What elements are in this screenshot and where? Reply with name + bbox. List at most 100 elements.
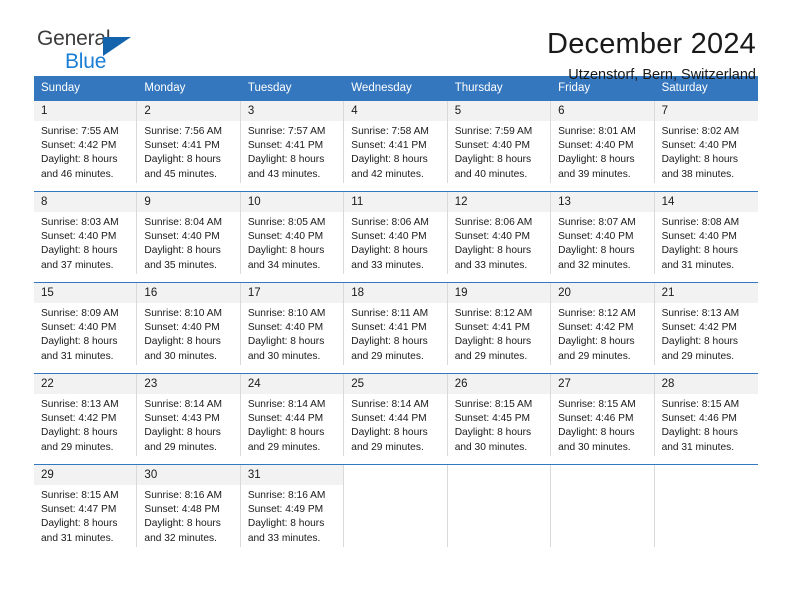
calendar-day-cell[interactable]: 28 Sunrise: 8:15 AM Sunset: 4:46 PM Dayligh…	[654, 374, 758, 456]
calendar-day-cell[interactable]: 3 Sunrise: 7:57 AM Sunset: 4:41 PM Daylight…	[240, 101, 345, 183]
sunset-text: Sunset: 4:43 PM	[144, 413, 220, 425]
sunrise-text: Sunrise: 8:12 AM	[558, 308, 636, 319]
daylight-text-line2: and 37 minutes.	[41, 259, 114, 271]
calendar-day-cell[interactable]: 31 Sunrise: 8:16 AM Sunset: 4:49 PM Dayligh…	[240, 465, 345, 547]
day-number: 23	[137, 374, 240, 394]
weekday-header-friday: Friday	[558, 82, 591, 94]
day-details: Sunrise: 7:56 AM Sunset: 4:41 PM Daylight:…	[137, 121, 239, 182]
page-header: General Blue December 2024 Utzenstorf, B…	[34, 0, 758, 83]
calendar-day-cell[interactable]: 18 Sunrise: 8:11 AM Sunset: 4:41 PM Dayligh…	[344, 283, 448, 365]
sunset-text: Sunset: 4:40 PM	[144, 231, 220, 243]
day-number: 12	[447, 192, 551, 212]
weekday-header-saturday: Saturday	[661, 82, 708, 94]
calendar-grid: Sunday Monday Tuesday Wednesday Thursday…	[34, 76, 758, 547]
calendar-day-cell-empty	[344, 465, 448, 547]
calendar-day-cell[interactable]: 30 Sunrise: 8:16 AM Sunset: 4:48 PM Dayligh…	[137, 465, 241, 547]
day-number: 11	[344, 192, 447, 212]
sunrise-text: Sunrise: 8:05 AM	[247, 217, 326, 228]
weekday-header-row: Sunday Monday Tuesday Wednesday Thursday…	[34, 76, 758, 100]
daylight-text-line2: and 31 minutes.	[661, 259, 735, 271]
sunset-text: Sunset: 4:40 PM	[558, 140, 634, 152]
sunset-text: Sunset: 4:41 PM	[351, 140, 427, 152]
calendar-day-cell[interactable]: 19 Sunrise: 8:12 AM Sunset: 4:41 PM Dayligh…	[447, 283, 552, 365]
weeks-container: 1 Sunrise: 7:55 AM Sunset: 4:42 PM Daylight…	[34, 100, 758, 547]
calendar-week-row: 22 Sunrise: 8:13 AM Sunset: 4:42 PM Dayligh…	[34, 373, 758, 456]
calendar-day-cell[interactable]: 23 Sunrise: 8:14 AM Sunset: 4:43 PM Dayligh…	[137, 374, 241, 456]
day-details: Sunrise: 8:14 AM Sunset: 4:44 PM Daylight:…	[344, 394, 446, 455]
calendar-day-cell[interactable]: 25 Sunrise: 8:14 AM Sunset: 4:44 PM Dayligh…	[344, 374, 448, 456]
calendar-day-cell[interactable]: 7 Sunrise: 8:02 AM Sunset: 4:40 PM Daylight…	[654, 101, 758, 183]
calendar-day-cell[interactable]: 16 Sunrise: 8:10 AM Sunset: 4:40 PM Dayligh…	[137, 283, 241, 365]
day-details: Sunrise: 8:06 AM Sunset: 4:40 PM Daylight:…	[448, 212, 550, 273]
daylight-text-line2: and 34 minutes.	[247, 259, 321, 271]
calendar-day-cell[interactable]: 11 Sunrise: 8:06 AM Sunset: 4:40 PM Dayligh…	[344, 192, 448, 274]
calendar-day-cell[interactable]: 26 Sunrise: 8:15 AM Sunset: 4:45 PM Dayligh…	[447, 374, 552, 456]
day-number: 21	[654, 283, 758, 303]
sunrise-text: Sunrise: 7:59 AM	[454, 126, 533, 137]
daylight-text-line1: Daylight: 8 hours	[41, 518, 118, 530]
sunset-text: Sunset: 4:41 PM	[247, 140, 324, 152]
daylight-text-line2: and 33 minutes.	[247, 532, 321, 544]
sunrise-text: Sunrise: 8:02 AM	[661, 126, 740, 137]
daylight-text-line2: and 33 minutes.	[454, 259, 528, 271]
daylight-text-line2: and 32 minutes.	[144, 532, 217, 544]
sunrise-text: Sunrise: 8:06 AM	[454, 217, 533, 228]
daylight-text-line1: Daylight: 8 hours	[247, 336, 325, 348]
calendar-day-cell[interactable]: 20 Sunrise: 8:12 AM Sunset: 4:42 PM Dayligh…	[551, 283, 655, 365]
calendar-day-cell[interactable]: 2 Sunrise: 7:56 AM Sunset: 4:41 PM Daylight…	[137, 101, 241, 183]
triangle-icon	[103, 37, 131, 56]
sunset-text: Sunset: 4:40 PM	[454, 231, 531, 243]
calendar-page: General Blue December 2024 Utzenstorf, B…	[0, 0, 792, 612]
daylight-text-line1: Daylight: 8 hours	[41, 336, 118, 348]
sunrise-text: Sunrise: 8:15 AM	[558, 399, 636, 410]
calendar-day-cell[interactable]: 5 Sunrise: 7:59 AM Sunset: 4:40 PM Daylight…	[447, 101, 552, 183]
logo[interactable]: General Blue	[34, 27, 144, 73]
daylight-text-line1: Daylight: 8 hours	[41, 154, 118, 166]
calendar-day-cell[interactable]: 4 Sunrise: 7:58 AM Sunset: 4:41 PM Daylight…	[344, 101, 448, 183]
daylight-text-line2: and 35 minutes.	[144, 259, 217, 271]
daylight-text-line1: Daylight: 8 hours	[661, 154, 739, 166]
day-details: Sunrise: 7:58 AM Sunset: 4:41 PM Daylight:…	[344, 121, 446, 182]
day-details: Sunrise: 8:12 AM Sunset: 4:42 PM Daylight:…	[551, 303, 653, 364]
day-details: Sunrise: 7:59 AM Sunset: 4:40 PM Daylight:…	[448, 121, 550, 182]
calendar-day-cell[interactable]: 13 Sunrise: 8:07 AM Sunset: 4:40 PM Dayligh…	[551, 192, 655, 274]
calendar-day-cell[interactable]: 8 Sunrise: 8:03 AM Sunset: 4:40 PM Daylight…	[34, 192, 138, 274]
daylight-text-line2: and 45 minutes.	[144, 168, 217, 180]
daylight-text-line1: Daylight: 8 hours	[41, 245, 118, 257]
daylight-text-line1: Daylight: 8 hours	[247, 427, 325, 439]
calendar-day-cell[interactable]: 9 Sunrise: 8:04 AM Sunset: 4:40 PM Daylight…	[137, 192, 241, 274]
calendar-day-cell[interactable]: 6 Sunrise: 8:01 AM Sunset: 4:40 PM Daylight…	[551, 101, 655, 183]
day-details: Sunrise: 8:13 AM Sunset: 4:42 PM Daylight:…	[655, 303, 758, 364]
day-number: 9	[137, 192, 240, 212]
calendar-day-cell[interactable]: 17 Sunrise: 8:10 AM Sunset: 4:40 PM Dayligh…	[240, 283, 345, 365]
calendar-day-cell[interactable]: 14 Sunrise: 8:08 AM Sunset: 4:40 PM Dayligh…	[654, 192, 758, 274]
calendar-day-cell[interactable]: 24 Sunrise: 8:14 AM Sunset: 4:44 PM Dayligh…	[240, 374, 345, 456]
calendar-day-cell[interactable]: 29 Sunrise: 8:15 AM Sunset: 4:47 PM Dayligh…	[34, 465, 138, 547]
sunset-text: Sunset: 4:40 PM	[247, 322, 324, 334]
calendar-day-cell[interactable]: 21 Sunrise: 8:13 AM Sunset: 4:42 PM Dayligh…	[654, 283, 758, 365]
sunrise-text: Sunrise: 8:12 AM	[454, 308, 533, 319]
day-details: Sunrise: 8:15 AM Sunset: 4:45 PM Daylight:…	[448, 394, 550, 455]
sunrise-text: Sunrise: 8:13 AM	[41, 399, 119, 410]
day-details: Sunrise: 8:11 AM Sunset: 4:41 PM Daylight:…	[344, 303, 446, 364]
sunrise-text: Sunrise: 7:55 AM	[41, 126, 119, 137]
daylight-text-line2: and 29 minutes.	[454, 350, 528, 362]
calendar-day-cell[interactable]: 15 Sunrise: 8:09 AM Sunset: 4:40 PM Dayligh…	[34, 283, 138, 365]
sunrise-text: Sunrise: 8:01 AM	[558, 126, 636, 137]
daylight-text-line1: Daylight: 8 hours	[351, 245, 428, 257]
calendar-day-cell[interactable]: 10 Sunrise: 8:05 AM Sunset: 4:40 PM Dayligh…	[240, 192, 345, 274]
weekday-header-tuesday: Tuesday	[247, 82, 292, 94]
daylight-text-line1: Daylight: 8 hours	[661, 427, 739, 439]
calendar-day-cell[interactable]: 22 Sunrise: 8:13 AM Sunset: 4:42 PM Dayligh…	[34, 374, 138, 456]
day-details: Sunrise: 8:03 AM Sunset: 4:40 PM Daylight:…	[34, 212, 136, 273]
sunrise-text: Sunrise: 8:14 AM	[247, 399, 326, 410]
calendar-day-cell[interactable]: 1 Sunrise: 7:55 AM Sunset: 4:42 PM Daylight…	[34, 101, 138, 183]
daylight-text-line2: and 30 minutes.	[558, 441, 631, 453]
sunrise-text: Sunrise: 8:03 AM	[41, 217, 119, 228]
daylight-text-line2: and 31 minutes.	[661, 441, 735, 453]
calendar-day-cell[interactable]: 27 Sunrise: 8:15 AM Sunset: 4:46 PM Dayligh…	[551, 374, 655, 456]
sunrise-text: Sunrise: 8:10 AM	[144, 308, 223, 319]
calendar-day-cell[interactable]: 12 Sunrise: 8:06 AM Sunset: 4:40 PM Dayligh…	[447, 192, 552, 274]
daylight-text-line1: Daylight: 8 hours	[558, 245, 635, 257]
sunset-text: Sunset: 4:47 PM	[41, 504, 117, 516]
